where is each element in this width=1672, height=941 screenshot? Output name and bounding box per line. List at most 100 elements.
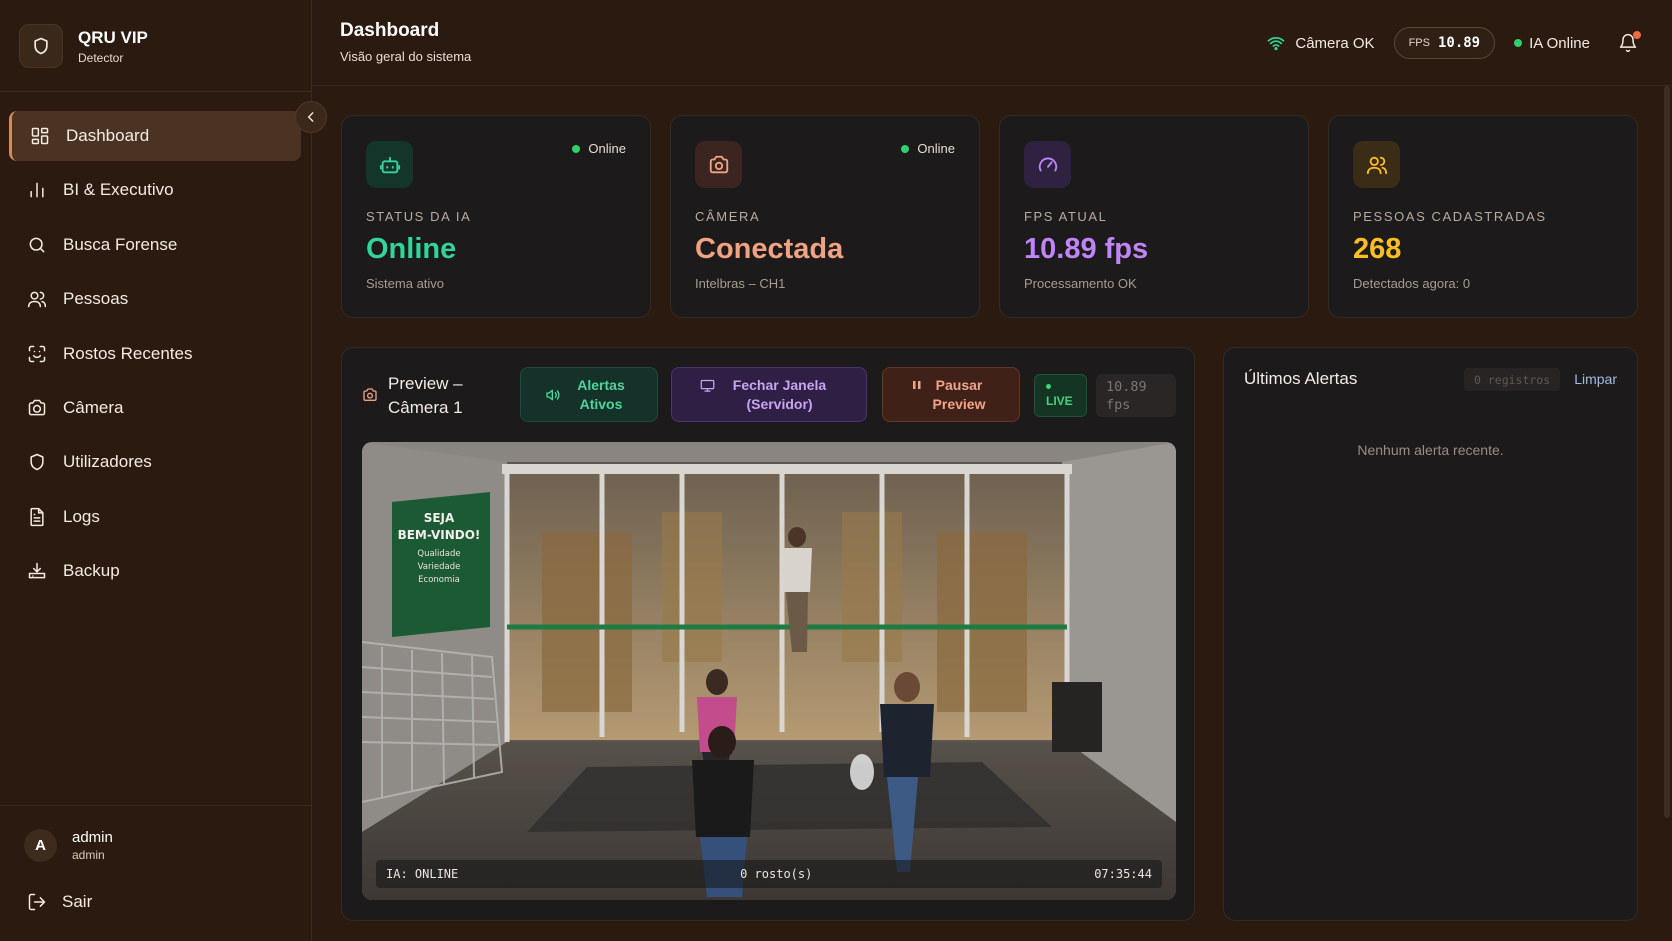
live-badge: LIVE	[1034, 374, 1087, 417]
sidebar-item-utilizadores[interactable]: Utilizadores	[9, 437, 301, 487]
alerts-title: Últimos Alertas	[1244, 369, 1358, 388]
divider	[0, 91, 311, 92]
brand-subtitle: Detector	[78, 50, 124, 65]
sidebar-item-label: Câmera	[63, 397, 124, 417]
shield-icon	[26, 451, 48, 473]
alerts-count-badge: 0 registros	[1464, 368, 1561, 391]
sidebar-item-busca-forense[interactable]: Busca Forense	[9, 220, 301, 270]
sidebar: QRU VIP Detector Dashboard BI & Executiv…	[0, 0, 312, 941]
notifications-button[interactable]	[1618, 31, 1641, 53]
camera-video-feed: SEJA BEM-VINDO! Qualidade Variedade Econ…	[362, 442, 1176, 900]
face-scan-icon	[26, 343, 48, 365]
speaker-icon	[545, 387, 561, 403]
alerts-empty-message: Nenhum alerta recente.	[1357, 442, 1504, 458]
user-profile[interactable]: A admin admin	[24, 829, 113, 862]
card-label: STATUS DA IA	[366, 209, 472, 224]
camera-icon	[695, 141, 742, 188]
ia-status: IA Online	[1514, 35, 1590, 52]
shield-icon	[19, 24, 63, 68]
sign-text: Variedade	[418, 562, 461, 572]
pause-preview-button[interactable]: Pausar Preview	[882, 367, 1020, 422]
sidebar-item-pessoas[interactable]: Pessoas	[9, 274, 301, 324]
chevron-left-icon	[304, 110, 318, 124]
status-badge: Online	[901, 141, 955, 156]
logout-label: Sair	[62, 892, 93, 911]
card-subtext: Detectados agora: 0	[1353, 276, 1471, 291]
page-scrollbar[interactable]	[1664, 86, 1670, 818]
page-title: Dashboard	[340, 20, 440, 41]
sidebar-item-dashboard[interactable]: Dashboard	[9, 111, 301, 161]
users-icon	[1353, 141, 1400, 188]
logout-icon	[27, 892, 47, 912]
preview-title-text: Preview – Câmera 1	[388, 374, 463, 417]
avatar: A	[24, 829, 57, 862]
osd-timestamp: 07:35:44	[1094, 867, 1152, 881]
brand[interactable]: QRU VIP Detector	[19, 24, 148, 68]
monitor-icon	[700, 378, 715, 393]
card-value: Conectada	[695, 233, 844, 265]
sidebar-item-label: Logs	[63, 506, 100, 526]
card-subtext: Sistema ativo	[366, 276, 445, 291]
top-header: Dashboard Visão geral do sistema Câmera …	[312, 0, 1672, 86]
card-label: FPS ATUAL	[1024, 209, 1108, 224]
close-window-button[interactable]: Fechar Janela (Servidor)	[671, 367, 867, 422]
sidebar-item-rostos-recentes[interactable]: Rostos Recentes	[9, 329, 301, 379]
osd-face-count: 0 rosto(s)	[740, 867, 813, 881]
gauge-icon	[1024, 141, 1071, 188]
sidebar-item-label: Pessoas	[63, 289, 129, 309]
clear-alerts-button[interactable]: Limpar	[1574, 371, 1617, 387]
card-camera: Online CÂMERA Conectada Intelbras – CH1	[670, 115, 980, 318]
search-icon	[26, 234, 48, 256]
collapse-sidebar-button[interactable]	[295, 101, 327, 133]
users-icon	[26, 288, 48, 310]
status-dot	[1046, 383, 1051, 389]
bar-chart-icon	[26, 179, 48, 201]
ia-status-label: IA Online	[1529, 34, 1590, 52]
brand-title: QRU VIP	[78, 27, 148, 47]
card-fps: FPS ATUAL 10.89 fps Processamento OK	[999, 115, 1309, 318]
preview-fps: 10.89 fps	[1096, 374, 1176, 417]
page-subtitle: Visão geral do sistema	[340, 49, 472, 64]
sidebar-item-bi-executivo[interactable]: BI & Executivo	[9, 165, 301, 215]
card-subtext: Intelbras – CH1	[695, 276, 786, 291]
status-dot	[1514, 39, 1523, 47]
sign-text: SEJA	[424, 511, 455, 525]
sidebar-item-label: BI & Executivo	[63, 180, 174, 200]
wifi-icon	[1267, 34, 1285, 52]
camera-preview-panel: Preview – Câmera 1 Alertas Ativos Fechar…	[341, 347, 1195, 921]
robot-icon	[366, 141, 413, 188]
card-ia-status: Online STATUS DA IA Online Sistema ativo	[341, 115, 651, 318]
fps-value: 10.89	[1437, 35, 1481, 51]
camera-status: Câmera OK	[1267, 34, 1375, 52]
fps-label: FPS	[1408, 37, 1430, 49]
user-role: admin	[72, 848, 105, 862]
alerts-active-button[interactable]: Alertas Ativos	[520, 367, 658, 422]
card-subtext: Processamento OK	[1024, 276, 1137, 291]
camera-status-label: Câmera OK	[1295, 34, 1375, 52]
camera-icon	[26, 397, 48, 419]
sidebar-item-camera[interactable]: Câmera	[9, 383, 301, 433]
pause-icon	[911, 378, 923, 392]
sidebar-item-label: Dashboard	[66, 126, 150, 145]
sidebar-item-label: Backup	[63, 561, 120, 581]
sidebar-item-backup[interactable]: Backup	[9, 546, 301, 596]
recent-alerts-panel: Últimos Alertas 0 registros Limpar Nenhu…	[1223, 347, 1638, 921]
download-icon	[26, 560, 48, 582]
user-name: admin	[72, 829, 113, 846]
video-overlay-bar: IA: ONLINE 0 rosto(s) 07:35:44	[376, 860, 1162, 888]
camera-icon	[362, 387, 378, 403]
card-value: Online	[366, 233, 457, 265]
divider	[0, 805, 311, 806]
card-label: PESSOAS CADASTRADAS	[1353, 209, 1547, 224]
sidebar-item-label: Busca Forense	[63, 234, 178, 254]
store-entrance-scene: SEJA BEM-VINDO! Qualidade Variedade Econ…	[362, 442, 1176, 900]
logout-button[interactable]: Sair	[27, 892, 92, 912]
fps-indicator: FPS 10.89	[1393, 27, 1496, 59]
sign-text: BEM-VINDO!	[398, 528, 481, 542]
sign-text: Economia	[418, 575, 460, 585]
preview-title: Preview – Câmera 1	[362, 372, 498, 420]
status-badge: Online	[572, 141, 626, 156]
card-pessoas: PESSOAS CADASTRADAS 268 Detectados agora…	[1328, 115, 1638, 318]
sidebar-item-logs[interactable]: Logs	[9, 492, 301, 542]
sidebar-item-label: Rostos Recentes	[63, 343, 193, 363]
